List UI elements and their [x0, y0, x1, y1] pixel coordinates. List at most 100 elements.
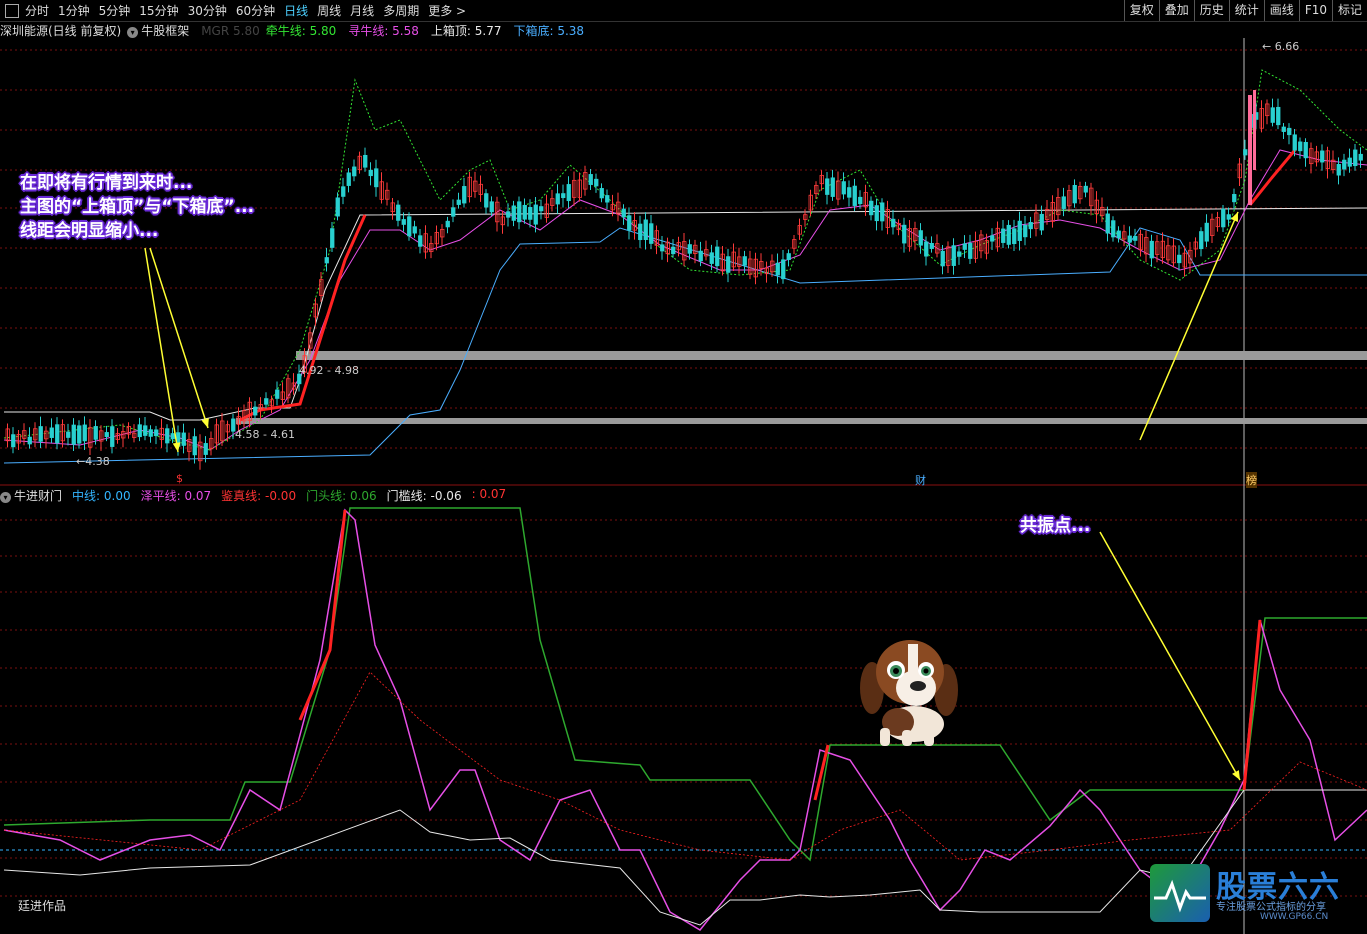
sub-indicator-selector[interactable]: ▾ 牛进财门	[0, 487, 67, 504]
candle-body	[1347, 157, 1352, 167]
sub-legend-item: 门槛线: -0.06	[386, 488, 462, 503]
candle-body	[330, 228, 335, 248]
ranking-marker[interactable]: 榜	[1246, 472, 1257, 488]
period-tab[interactable]: 更多 >	[428, 2, 466, 19]
candle-body	[825, 178, 830, 195]
candle-body	[165, 428, 170, 444]
candle-body	[445, 220, 450, 228]
stock-title[interactable]: 深圳能源(日线 前复权)	[0, 22, 121, 39]
candle-body	[401, 219, 406, 225]
indicator-name: 牛股框架	[141, 24, 190, 38]
candle-body	[555, 193, 560, 205]
candle-body	[1061, 196, 1066, 209]
candle-body	[522, 204, 527, 220]
candle-body	[874, 205, 879, 222]
candle-body	[528, 207, 533, 220]
candle-body	[93, 426, 98, 440]
author-credit: 廷进作品	[18, 899, 67, 913]
candle-body	[253, 406, 258, 416]
candle-body	[715, 246, 720, 267]
indicator-selector[interactable]: ▾ 牛股框架	[127, 22, 195, 39]
window-menu-icon[interactable]	[5, 3, 19, 18]
candle-body	[627, 215, 632, 231]
candle-body	[66, 431, 71, 438]
period-tab[interactable]: 多周期	[383, 2, 419, 19]
sub-legend-item: : 0.07	[471, 486, 507, 501]
candle-body	[324, 257, 329, 264]
legend-item: 上箱顶: 5.77	[430, 24, 502, 38]
candle-body	[1105, 213, 1110, 234]
toolbar-button[interactable]: 复权	[1123, 0, 1159, 21]
candle-body	[484, 193, 489, 208]
candle-body	[1204, 222, 1209, 242]
candle-body	[1253, 90, 1256, 170]
candle-body	[374, 168, 379, 188]
candle-body	[1232, 194, 1237, 203]
candle-body	[1177, 254, 1182, 264]
period-tab[interactable]: 15分钟	[139, 2, 178, 19]
candle-body	[561, 193, 566, 199]
candle-body	[902, 224, 907, 244]
arrow-icon: ←	[1262, 40, 1272, 53]
candle-body	[847, 187, 852, 198]
finance-marker[interactable]: 财	[915, 472, 926, 488]
period-tab[interactable]: 1分钟	[58, 2, 90, 19]
candle-body	[462, 186, 467, 204]
chevron-down-icon: ▾	[127, 27, 139, 38]
candle-body	[852, 185, 857, 206]
period-tab[interactable]: 30分钟	[188, 2, 227, 19]
candle-body	[407, 216, 412, 237]
candle-body	[203, 443, 208, 455]
candle-body	[1127, 235, 1132, 243]
site-logo-icon	[1150, 864, 1210, 922]
period-tab[interactable]: 分时	[25, 2, 49, 19]
arrow-line	[1099, 531, 1241, 781]
period-tab[interactable]: 日线	[284, 2, 308, 19]
sub-indicator-name: 牛进财门	[14, 488, 63, 503]
toolbar-button[interactable]: 标记	[1331, 0, 1367, 21]
dollar-marker[interactable]: $	[176, 472, 183, 485]
candle-body	[599, 188, 604, 199]
candle-body	[621, 208, 626, 218]
toolbar-button[interactable]: 历史	[1193, 0, 1229, 21]
toolbar-button[interactable]: 叠加	[1158, 0, 1194, 21]
period-tab[interactable]: 60分钟	[236, 2, 275, 19]
callout-line: 主图的“上箱顶”与“下箱底”...	[20, 197, 255, 217]
candle-body	[1358, 153, 1363, 161]
candle-body	[1270, 107, 1275, 123]
candle-body	[709, 252, 714, 264]
candle-body	[82, 424, 87, 442]
candle-body	[858, 196, 863, 205]
candle-body	[990, 235, 995, 242]
arrow-line	[1139, 211, 1239, 441]
candle-body	[275, 389, 280, 399]
period-tab[interactable]: 月线	[350, 2, 374, 19]
callout-line: 在即将有行情到来时...	[20, 173, 193, 193]
period-tab[interactable]: 周线	[317, 2, 341, 19]
toolbar-button[interactable]: 画线	[1263, 0, 1299, 21]
candle-body	[264, 398, 269, 405]
candle-body	[1023, 224, 1028, 238]
candle-body	[940, 250, 945, 267]
candle-body	[456, 199, 461, 205]
mirror-line	[3, 671, 1367, 861]
candle-body	[71, 424, 76, 445]
candle-body	[1248, 95, 1252, 205]
site-watermark: 股票六六 专注股票公式指标的分享 WWW.GP66.CN	[1150, 862, 1360, 926]
arrow-icon: ←	[76, 455, 86, 468]
period-tab[interactable]: 5分钟	[99, 2, 131, 19]
low-price-label: ←4.38	[76, 455, 110, 468]
candle-body	[77, 425, 82, 444]
sub-legend-item: 泽平线: 0.07	[140, 488, 212, 503]
toolbar-button[interactable]: 统计	[1228, 0, 1264, 21]
range-label-1: 4.92 - 4.98	[299, 364, 359, 377]
toolbar-right-buttons: 复权 叠加 历史 统计 画线 F10 标记	[1123, 0, 1367, 21]
candle-body	[368, 169, 373, 177]
toolbar-button[interactable]: F10	[1298, 0, 1332, 21]
mirror-trend	[1242, 619, 1262, 791]
candle-body	[1336, 163, 1341, 176]
candle-body	[726, 256, 731, 273]
candle-body	[830, 177, 835, 197]
candle-body	[869, 200, 874, 216]
candle-body	[143, 425, 148, 436]
